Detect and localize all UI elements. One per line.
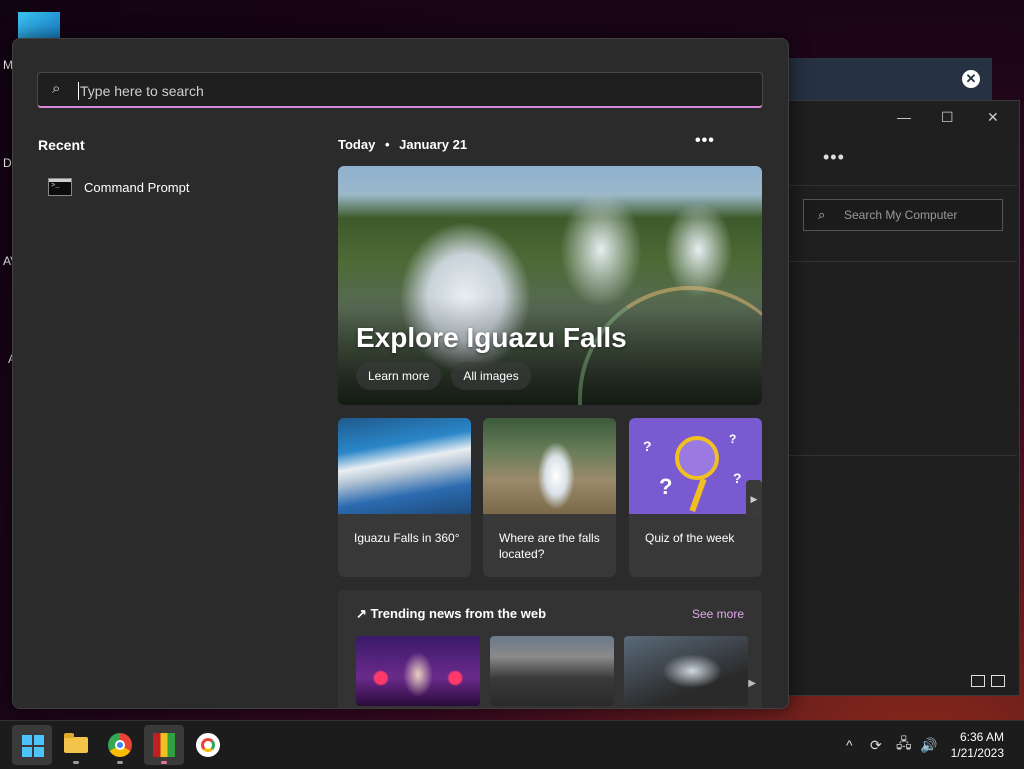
command-prompt-icon bbox=[48, 178, 72, 196]
folder-icon bbox=[64, 733, 88, 753]
hero-buttons: Learn more All images bbox=[356, 362, 531, 390]
close-window-button[interactable]: ✕ bbox=[987, 109, 999, 126]
file-explorer-button[interactable] bbox=[56, 725, 96, 765]
today-header: Today • January 21 bbox=[338, 137, 467, 152]
question-mark-icon: ? bbox=[733, 470, 742, 486]
learn-more-button[interactable]: Learn more bbox=[356, 362, 442, 390]
question-mark-icon: ? bbox=[659, 474, 673, 499]
recent-item-label: Command Prompt bbox=[84, 179, 190, 195]
clock-date: 1/21/2023 bbox=[950, 746, 1004, 760]
news-thumbnail[interactable] bbox=[356, 636, 480, 706]
all-images-button[interactable]: All images bbox=[451, 362, 531, 390]
start-search-box[interactable]: ⌕ bbox=[37, 72, 763, 108]
start-menu: ⌕ Recent Command Prompt Today • January … bbox=[12, 38, 789, 709]
start-button[interactable] bbox=[12, 725, 52, 765]
chrome-icon bbox=[108, 733, 132, 757]
taskbar: ^ ⟳ 🖧 🔊 6:36 AM 1/21/2023 bbox=[0, 720, 1024, 769]
app-button[interactable] bbox=[144, 725, 184, 765]
app-icon bbox=[153, 733, 175, 757]
chrome-button[interactable] bbox=[100, 725, 140, 765]
minimize-button[interactable]: — bbox=[897, 109, 911, 125]
hero-title: Explore Iguazu Falls bbox=[356, 322, 627, 353]
card-image bbox=[338, 418, 471, 514]
start-search-input[interactable] bbox=[78, 73, 742, 108]
more-options-icon[interactable]: ••• bbox=[823, 147, 845, 168]
separator-dot: • bbox=[384, 137, 390, 152]
today-label: Today bbox=[338, 137, 376, 152]
today-date: January 21 bbox=[399, 137, 468, 152]
divider bbox=[787, 261, 1017, 262]
cards-next-button[interactable]: ▶ bbox=[746, 480, 762, 518]
maximize-button[interactable]: ☐ bbox=[941, 109, 954, 126]
card-text: Iguazu Falls in 360° bbox=[354, 531, 460, 545]
explorer-main: — ☐ ✕ ••• ⌕ Search My Computer bbox=[786, 100, 1020, 696]
news-thumbnail[interactable] bbox=[624, 636, 748, 706]
text-caret bbox=[78, 82, 79, 100]
more-options-icon[interactable]: ••• bbox=[695, 132, 715, 150]
running-indicator bbox=[73, 761, 79, 764]
desktop-folder-icon[interactable] bbox=[18, 12, 60, 40]
card-text: Quiz of the week bbox=[645, 531, 735, 545]
magnifier-icon bbox=[675, 436, 719, 480]
question-mark-icon: ? bbox=[729, 432, 737, 446]
running-indicator bbox=[161, 761, 167, 764]
network-icon[interactable]: 🖧 bbox=[896, 721, 912, 769]
banner-close-button[interactable]: ✕ bbox=[962, 70, 980, 88]
card-text: Where are the falls located? bbox=[499, 531, 600, 561]
volume-icon[interactable]: 🔊 bbox=[920, 721, 937, 769]
card-quiz[interactable]: ? ? ? ? Quiz of the week bbox=[629, 418, 762, 577]
notification-banner: ✕ bbox=[786, 58, 992, 100]
recent-heading: Recent bbox=[38, 137, 85, 153]
trending-panel: ↗ Trending news from the web See more ▶ bbox=[338, 590, 762, 708]
card-falls-location[interactable]: Where are the falls located? bbox=[483, 418, 616, 577]
recent-item-command-prompt[interactable]: Command Prompt bbox=[38, 171, 258, 203]
news-thumbnail[interactable] bbox=[490, 636, 614, 706]
sync-icon[interactable]: ⟳ bbox=[870, 721, 882, 769]
browser-icon bbox=[196, 733, 220, 757]
running-indicator bbox=[117, 761, 123, 764]
see-more-link[interactable]: See more bbox=[692, 607, 744, 621]
explorer-window: ✕ — ☐ ✕ ••• ⌕ Search My Computer bbox=[786, 58, 1020, 696]
large-icons-view-icon[interactable] bbox=[991, 675, 1005, 687]
question-mark-icon: ? bbox=[643, 438, 652, 454]
explorer-search-input[interactable]: ⌕ Search My Computer bbox=[803, 199, 1003, 231]
chromium-button[interactable] bbox=[188, 725, 228, 765]
magnifier-handle bbox=[689, 477, 707, 513]
hero-card[interactable]: Explore Iguazu Falls Learn more All imag… bbox=[338, 166, 762, 405]
search-icon: ⌕ bbox=[818, 207, 826, 222]
explorer-search-placeholder: Search My Computer bbox=[844, 208, 958, 222]
view-toggle bbox=[971, 675, 1005, 687]
trending-title: ↗ Trending news from the web bbox=[356, 606, 547, 621]
search-icon: ⌕ bbox=[52, 80, 61, 97]
clock-time: 6:36 AM bbox=[959, 730, 1004, 744]
card-image bbox=[483, 418, 616, 514]
tray-overflow-icon[interactable]: ^ bbox=[846, 721, 853, 769]
divider bbox=[787, 455, 1017, 456]
trending-next-button[interactable]: ▶ bbox=[748, 678, 756, 689]
divider bbox=[787, 185, 1017, 186]
details-view-icon[interactable] bbox=[971, 675, 985, 687]
card-image: ? ? ? ? bbox=[629, 418, 762, 514]
clock[interactable]: 6:36 AM 1/21/2023 bbox=[951, 729, 1004, 761]
windows-logo-icon bbox=[22, 735, 44, 757]
card-iguazu-360[interactable]: Iguazu Falls in 360° bbox=[338, 418, 471, 577]
